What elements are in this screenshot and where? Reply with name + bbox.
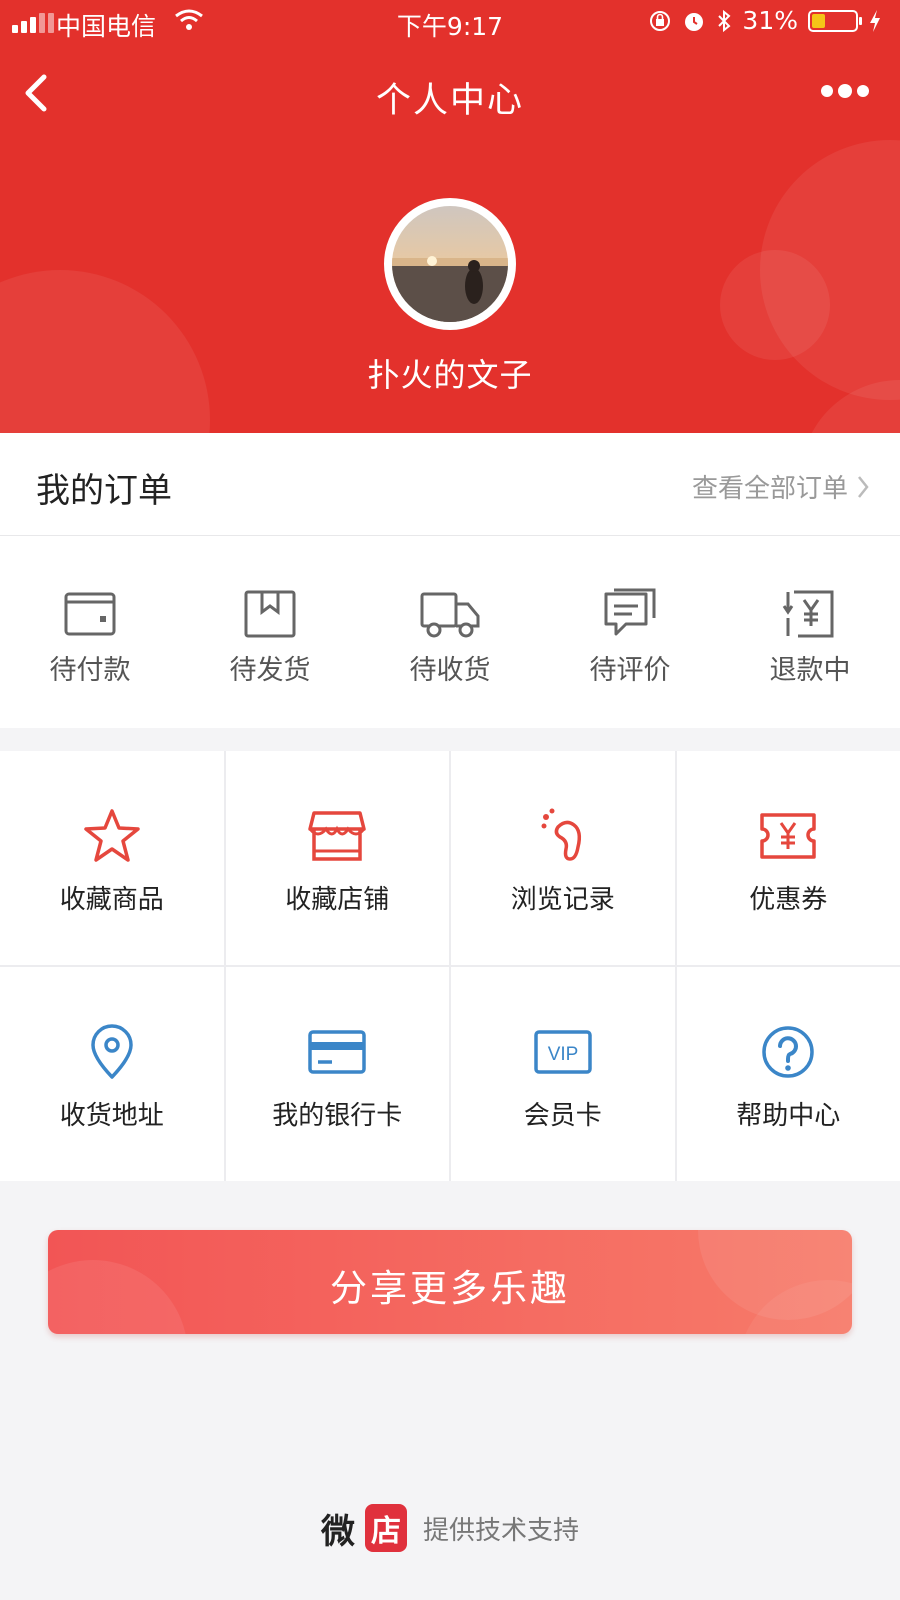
truck-icon (420, 592, 480, 638)
order-status-label: 退款中 (769, 655, 851, 686)
weidian-logo-part2: 店 (364, 1504, 407, 1552)
store-icon (308, 811, 366, 861)
view-all-orders-link[interactable]: 查看全部订单 (692, 468, 870, 505)
grid-item-label: 会员卡 (523, 1101, 602, 1131)
wallet-icon (64, 592, 116, 636)
refund-icon (782, 590, 834, 638)
grid-item-label: 浏览记录 (510, 885, 615, 915)
order-status-pending-receipt[interactable]: 待收货 (360, 536, 540, 728)
grid-item-favorite-stores[interactable]: 收藏店铺 (225, 751, 449, 965)
order-status-label: 待评价 (589, 655, 671, 686)
grid-item-coupons[interactable]: 优惠券 (676, 751, 900, 965)
grid-item-help-center[interactable]: 帮助中心 (676, 967, 900, 1181)
order-status-pending-review[interactable]: 待评价 (540, 536, 720, 728)
grid-item-browse-history[interactable]: 浏览记录 (451, 751, 675, 965)
alarm-icon (685, 12, 704, 31)
order-status-label: 待付款 (49, 655, 131, 686)
charging-icon (870, 9, 880, 32)
tech-support-text: 提供技术支持 (422, 1515, 579, 1546)
share-button-label: 分享更多乐趣 (330, 1267, 570, 1310)
username[interactable]: 扑火的文子 (0, 350, 900, 396)
profile-header: 中国电信 下午9:17 31% 个人中心 扑火的文子 (0, 0, 900, 433)
star-icon (84, 809, 140, 862)
order-status-label: 待发货 (229, 655, 311, 686)
location-icon (91, 1024, 133, 1079)
grid-item-favorite-products[interactable]: 收藏商品 (0, 751, 224, 965)
battery-percent: 31% (742, 6, 798, 35)
grid-item-label: 优惠券 (749, 885, 828, 915)
grid-item-label: 帮助中心 (736, 1101, 841, 1131)
footer-credit: 微 店 提供技术支持 (0, 1500, 900, 1556)
bluetooth-icon (718, 9, 731, 32)
avatar[interactable] (384, 198, 516, 330)
my-orders-header: 我的订单 查看全部订单 (0, 433, 900, 536)
order-status-refunding[interactable]: 退款中 (720, 536, 900, 728)
feature-grid: 收藏商品 收藏店铺 浏览记录 优惠券 收货地址 我的银行卡 VIP 会员卡 帮助… (0, 751, 900, 1181)
battery-level (812, 13, 825, 28)
grid-item-label: 收藏店铺 (285, 885, 390, 915)
grid-item-shipping-address[interactable]: 收货地址 (0, 967, 224, 1181)
order-status-label: 待收货 (409, 655, 491, 686)
rotation-lock-icon (650, 10, 671, 31)
bank-card-icon (308, 1030, 366, 1074)
chevron-right-icon (858, 475, 869, 498)
comment-icon (604, 588, 656, 636)
coupon-icon (760, 813, 816, 859)
battery-icon (808, 9, 862, 32)
share-button[interactable]: 分享更多乐趣 (48, 1230, 852, 1334)
page-title: 个人中心 (375, 81, 524, 121)
order-status-pending-payment[interactable]: 待付款 (0, 536, 180, 728)
avatar-photo (392, 206, 508, 322)
status-bar: 中国电信 下午9:17 31% (0, 0, 900, 44)
decor-bubble (720, 250, 830, 360)
nav-bar: 个人中心 (0, 55, 900, 131)
vip-card-icon: VIP (534, 1030, 592, 1074)
help-icon (762, 1026, 814, 1078)
more-icon[interactable] (818, 79, 872, 103)
my-orders-title: 我的订单 (36, 471, 172, 511)
grid-item-label: 我的银行卡 (272, 1101, 403, 1131)
vip-text: VIP (547, 1044, 578, 1065)
weidian-logo-part1: 微 (320, 1511, 355, 1552)
view-all-orders-label: 查看全部订单 (691, 474, 848, 504)
order-status-row: 待付款 待发货 待收货 待评价 退款中 (0, 536, 900, 728)
footprint-icon (541, 808, 581, 861)
grid-item-label: 收藏商品 (59, 885, 164, 915)
grid-item-bank-cards[interactable]: 我的银行卡 (225, 967, 449, 1181)
grid-item-membership-card[interactable]: VIP 会员卡 (451, 967, 675, 1181)
grid-item-label: 收货地址 (59, 1101, 164, 1131)
order-status-pending-shipment[interactable]: 待发货 (180, 536, 360, 728)
package-icon (244, 590, 296, 638)
